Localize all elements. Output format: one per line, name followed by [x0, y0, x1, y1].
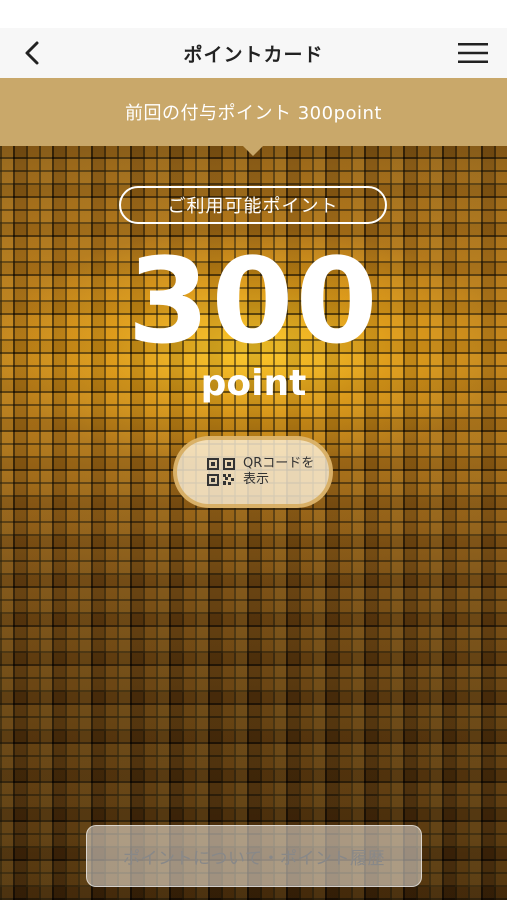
points-unit: point [200, 363, 307, 404]
previous-points-banner: 前回の付与ポイント 300point [0, 78, 507, 146]
show-qr-code-button[interactable]: QRコードを表示 [173, 436, 333, 508]
point-card-screen: ポイントカード 前回の付与ポイント 300point ご利用可能ポイント 300… [0, 0, 507, 900]
chevron-left-icon [25, 41, 39, 65]
point-history-link-label: ポイントについて・ポイント履歴 [123, 848, 385, 869]
hamburger-menu-icon [458, 43, 488, 63]
page-title: ポイントカード [183, 43, 324, 66]
banner-pointer [243, 146, 263, 156]
menu-button[interactable] [451, 36, 495, 70]
point-history-link[interactable]: ポイントについて・ポイント履歴 [86, 825, 422, 887]
points-value: 300 [127, 232, 380, 370]
qr-code-icon [207, 458, 235, 486]
previous-points-text: 前回の付与ポイント 300point [125, 103, 382, 124]
available-points-label: ご利用可能ポイント [119, 186, 387, 224]
back-button[interactable] [14, 36, 50, 70]
qr-button-label: QRコードを表示 [243, 456, 315, 487]
available-points-label-text: ご利用可能ポイント [167, 196, 339, 217]
app-header: ポイントカード [0, 28, 507, 78]
